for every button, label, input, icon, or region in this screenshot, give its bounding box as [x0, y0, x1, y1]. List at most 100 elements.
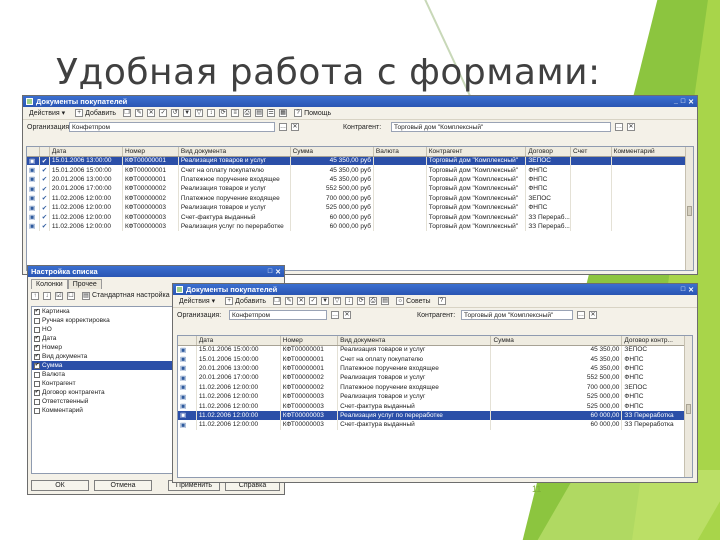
- window-titlebar[interactable]: Документы покупателей □ ✕: [173, 284, 697, 295]
- checkbox[interactable]: ✔: [34, 389, 40, 396]
- table-row[interactable]: ▣ ✔ 11.02.2006 12:00:00 КФТ00000003 Счет-фак…: [27, 212, 693, 222]
- check-all-icon[interactable]: ☑: [55, 291, 63, 300]
- table-row[interactable]: ▣ 15.01.2006 15:00:00 КФТ00000001 Счет на о…: [178, 354, 692, 364]
- advice-button[interactable]: ☼ Советы: [393, 296, 434, 306]
- maximize-icon[interactable]: □: [268, 268, 272, 276]
- table-row[interactable]: ▣ 20.01.2006 17:00:00 КФТ00000002 Реализаци…: [178, 373, 692, 383]
- column-header[interactable]: Договор: [525, 147, 572, 157]
- window-titlebar[interactable]: Настройка списка □ ✕: [28, 266, 284, 277]
- column-header[interactable]: Номер: [122, 147, 179, 157]
- report-icon[interactable]: ▤: [381, 297, 390, 305]
- checkbox[interactable]: [34, 407, 40, 414]
- close-icon[interactable]: ✕: [688, 286, 694, 294]
- checkbox[interactable]: [34, 371, 40, 378]
- add-button[interactable]: + Добавить: [222, 296, 269, 306]
- filter-icon[interactable]: ▼: [321, 297, 330, 305]
- window-titlebar[interactable]: Документы покупателей _ □ ✕: [23, 96, 697, 107]
- list-item[interactable]: Контрагент: [32, 379, 172, 388]
- org-field[interactable]: Конфетпром: [69, 122, 275, 132]
- delete-icon[interactable]: ✕: [297, 297, 306, 305]
- maximize-icon[interactable]: □: [681, 286, 685, 294]
- column-header[interactable]: Комментарий: [611, 147, 693, 157]
- help-button[interactable]: ? Помощь: [291, 108, 334, 118]
- table-row[interactable]: ▣ ✔ 11.02.2006 12:00:00 КФТ00000002 Платежно…: [27, 193, 693, 203]
- column-header[interactable]: Счет: [570, 147, 612, 157]
- checkbox[interactable]: ✔: [34, 362, 40, 369]
- list-item[interactable]: ✔ Дата: [32, 334, 172, 343]
- list-item[interactable]: ✔ Вид документа: [32, 352, 172, 361]
- checkbox[interactable]: [34, 380, 40, 387]
- contractor-select-icon[interactable]: …: [577, 311, 585, 319]
- column-header[interactable]: Сумма: [490, 336, 623, 346]
- delete-icon[interactable]: ✕: [147, 109, 156, 117]
- scroll-thumb[interactable]: [686, 403, 691, 414]
- ok-button[interactable]: ОК: [31, 480, 89, 491]
- column-header[interactable]: [39, 147, 50, 157]
- contractor-field[interactable]: Торговый дом "Комплексный": [391, 122, 611, 132]
- checkbox[interactable]: ✔: [34, 344, 40, 351]
- list-item[interactable]: ✔ Номер: [32, 343, 172, 352]
- sort-icon[interactable]: ↕: [345, 297, 354, 305]
- org-clear-icon[interactable]: ✕: [291, 123, 299, 131]
- table-row[interactable]: ▣ 11.02.2006 12:00:00 КФТ00000003 Реализаци…: [178, 391, 692, 402]
- tab-columns[interactable]: Колонки: [31, 279, 68, 289]
- vertical-scrollbar[interactable]: [685, 147, 693, 270]
- move-down-icon[interactable]: ↓: [43, 291, 51, 300]
- list-item[interactable]: Валюта: [32, 370, 172, 379]
- column-header[interactable]: [178, 336, 197, 346]
- list-item[interactable]: Комментарий: [32, 406, 172, 415]
- table-row[interactable]: ▣ ✔ 20.01.2006 17:00:00 КФТ00000002 Реализац…: [27, 184, 693, 194]
- filter-off-icon[interactable]: ▽: [195, 109, 204, 117]
- org-select-icon[interactable]: …: [331, 311, 339, 319]
- list-item[interactable]: ✔ Сумма: [32, 361, 172, 370]
- actions-menu[interactable]: Действия ▾: [176, 296, 218, 306]
- cancel-button[interactable]: Отмена: [94, 480, 152, 491]
- print-icon[interactable]: ⎙: [243, 109, 252, 117]
- contractor-clear-icon[interactable]: ✕: [589, 311, 597, 319]
- table-row[interactable]: ▣ ✔ 11.02.2006 12:00:00 КФТ00000003 Реализац…: [27, 202, 693, 213]
- calc-icon[interactable]: ▦: [279, 109, 288, 117]
- filter-off-icon[interactable]: ▽: [333, 297, 342, 305]
- checkbox[interactable]: [34, 317, 40, 324]
- unpost-icon[interactable]: ↺: [171, 109, 180, 117]
- column-header[interactable]: Дата: [196, 336, 281, 346]
- post-icon[interactable]: ✓: [309, 297, 318, 305]
- move-up-icon[interactable]: ↑: [31, 291, 39, 300]
- scroll-thumb[interactable]: [687, 206, 692, 217]
- table-row[interactable]: ▣ 11.02.2006 12:00:00 КФТ00000003 Счет-факт…: [178, 420, 692, 430]
- list-item[interactable]: Ручная корректировка: [32, 316, 172, 325]
- table-row[interactable]: ▣ 15.01.2006 15:00:00 КФТ00000001 Реализаци…: [178, 345, 692, 355]
- vertical-scrollbar[interactable]: [684, 336, 692, 477]
- actions-menu[interactable]: Действия ▾: [26, 108, 68, 118]
- checkbox[interactable]: ✔: [34, 353, 40, 360]
- copy-icon[interactable]: ❐: [123, 109, 132, 117]
- table-row[interactable]: ▣ ✔ 11.02.2006 12:00:00 КФТ00000003 Реализац…: [27, 221, 693, 232]
- checkbox[interactable]: [34, 326, 40, 333]
- table-row[interactable]: ▣ ✔ 15.01.2006 13:00:00 КФТ00000001 Реализац…: [27, 156, 693, 166]
- column-header[interactable]: Номер: [280, 336, 339, 346]
- edit-icon[interactable]: ✎: [285, 297, 294, 305]
- report-icon[interactable]: ▤: [255, 109, 264, 117]
- maximize-icon[interactable]: □: [681, 98, 685, 106]
- checkbox[interactable]: ✔: [34, 308, 40, 315]
- copy-icon[interactable]: ❐: [273, 297, 282, 305]
- list-item[interactable]: ✔ Картинка: [32, 307, 172, 316]
- contractor-field[interactable]: Торговый дом "Комплексный": [461, 310, 573, 320]
- checkbox[interactable]: ✔: [34, 335, 40, 342]
- column-header[interactable]: Контрагент: [426, 147, 527, 157]
- list-item[interactable]: ✔ Договор контрагента: [32, 388, 172, 397]
- structure-icon[interactable]: ≡: [231, 109, 240, 117]
- close-icon[interactable]: ✕: [688, 98, 694, 106]
- print-icon[interactable]: ⎙: [369, 297, 378, 305]
- sort-icon[interactable]: ↕: [207, 109, 216, 117]
- org-select-icon[interactable]: …: [279, 123, 287, 131]
- preset-button[interactable]: ▤ Стандартная настройка: [79, 291, 173, 301]
- edit-icon[interactable]: ✎: [135, 109, 144, 117]
- table-row[interactable]: ▣ 20.01.2006 13:00:00 КФТ00000001 Платежное…: [178, 363, 692, 374]
- column-header[interactable]: Вид документа: [178, 147, 291, 157]
- org-field[interactable]: Конфетпром: [229, 310, 327, 320]
- table-row[interactable]: ▣ 11.02.2006 12:00:00 КФТ00000003 Счет-факт…: [178, 401, 692, 411]
- table-row[interactable]: ▣ ✔ 15.01.2006 15:00:00 КФТ00000001 Счет на …: [27, 165, 693, 175]
- minimize-icon[interactable]: _: [674, 98, 678, 106]
- column-header[interactable]: Сумма: [290, 147, 374, 157]
